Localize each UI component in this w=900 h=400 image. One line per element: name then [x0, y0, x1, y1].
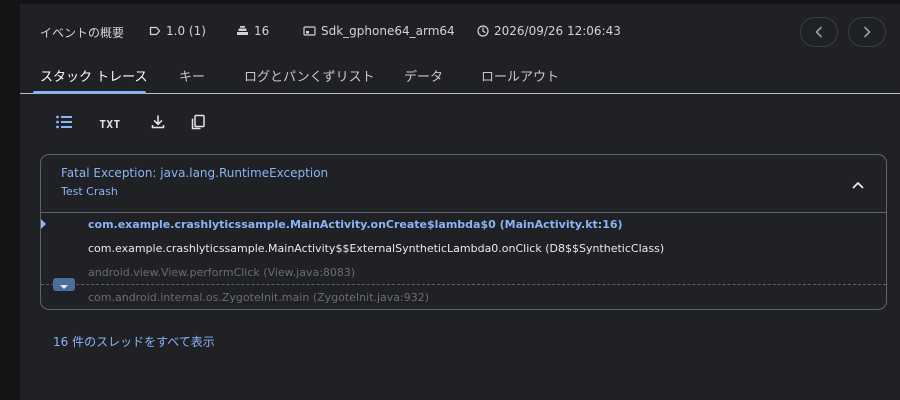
tag-icon — [149, 25, 161, 37]
copy-button[interactable] — [186, 112, 210, 136]
active-tab-indicator — [33, 91, 146, 94]
expand-frames-button[interactable] — [53, 278, 75, 291]
txt-label: TXT — [99, 117, 121, 131]
txt-view-button[interactable]: TXT — [98, 112, 122, 136]
copy-icon — [190, 114, 206, 135]
exception-header[interactable]: Fatal Exception: java.lang.RuntimeExcept… — [41, 155, 886, 213]
previous-event-button[interactable] — [800, 17, 838, 47]
chevron-right-icon — [862, 23, 872, 42]
stack-icon — [236, 25, 249, 37]
highlighted-frame-marker — [41, 218, 46, 230]
stack-frame[interactable]: android.view.View.performClick (View.jav… — [88, 266, 355, 279]
version-info: 1.0 (1) — [149, 24, 206, 38]
event-summary-title: イベントの概要 — [40, 26, 125, 40]
tab-stack-trace[interactable]: スタック トレース — [40, 66, 147, 85]
device-info: Sdk_gphone64_arm64 — [303, 24, 455, 38]
exception-title: Fatal Exception: java.lang.RuntimeExcept… — [61, 166, 329, 180]
show-all-threads-link[interactable]: 16 件のスレッドをすべて表示 — [53, 333, 215, 350]
clock-icon — [477, 25, 489, 37]
tab-keys[interactable]: キー — [179, 66, 205, 85]
triangle-down-icon — [59, 275, 69, 294]
stack-trace-card: Fatal Exception: java.lang.RuntimeExcept… — [40, 154, 887, 310]
exception-message: Test Crash — [61, 185, 118, 198]
stack-frame[interactable]: com.android.internal.os.ZygoteInit.main … — [88, 291, 429, 304]
collapsed-frames-divider — [41, 284, 886, 285]
download-button[interactable] — [146, 112, 170, 136]
next-event-button[interactable] — [848, 17, 886, 47]
list-view-button[interactable] — [52, 112, 76, 136]
event-header: イベントの概要 1.0 (1) 16 Sdk_gphone64_arm64 20 — [20, 4, 900, 60]
tab-rollouts[interactable]: ロールアウト — [481, 66, 559, 85]
tab-data[interactable]: データ — [404, 66, 443, 85]
device-icon — [303, 25, 316, 37]
detail-tabs: スタック トレース キー ログとパンくずリスト データ ロールアウト — [20, 60, 900, 94]
collapse-button[interactable] — [850, 175, 866, 191]
event-summary-panel: イベントの概要 1.0 (1) 16 Sdk_gphone64_arm64 20 — [20, 4, 900, 400]
list-icon — [55, 114, 73, 134]
chevron-up-icon — [852, 174, 864, 193]
stack-frame[interactable]: com.example.crashlyticssample.MainActivi… — [88, 242, 664, 255]
event-count: 16 — [236, 24, 269, 38]
event-timestamp: 2026/09/26 12:06:43 — [477, 24, 621, 38]
stack-frame[interactable]: com.example.crashlyticssample.MainActivi… — [88, 218, 623, 231]
chevron-left-icon — [814, 23, 824, 42]
tab-logs-breadcrumbs[interactable]: ログとパンくずリスト — [244, 66, 375, 85]
download-icon — [150, 114, 166, 134]
